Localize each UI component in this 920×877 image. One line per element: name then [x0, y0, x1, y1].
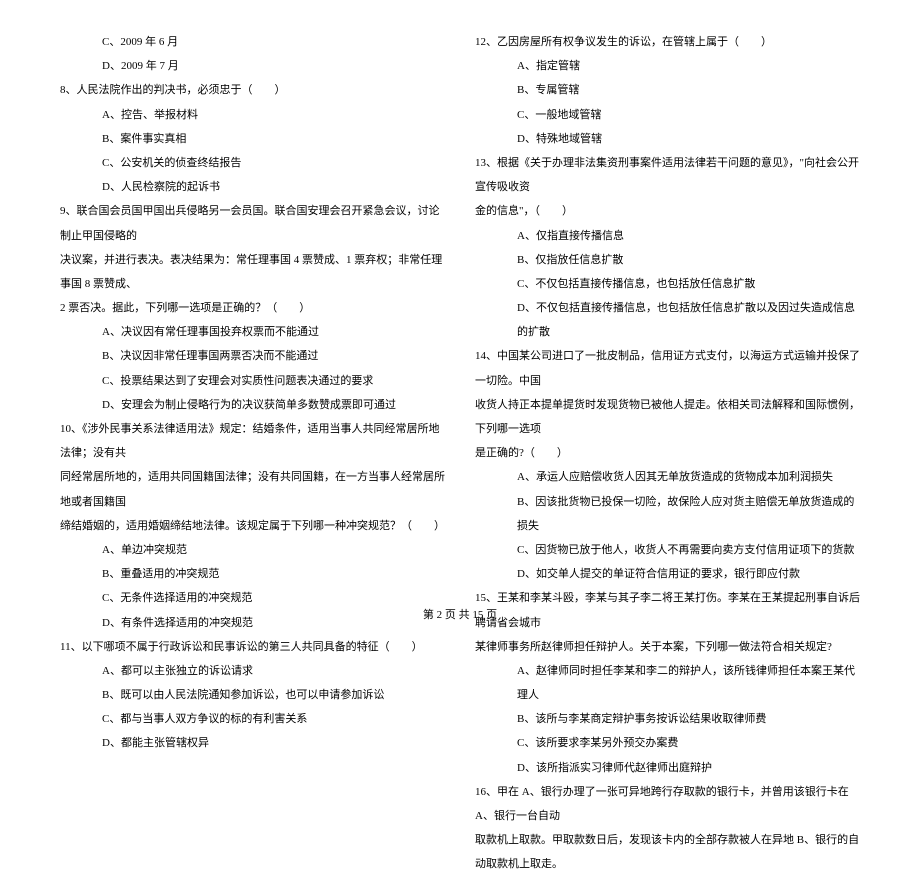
q10-option-c: C、无条件选择适用的冲突规范 [60, 586, 445, 610]
q9-option-d: D、安理会为制止侵略行为的决议获简单多数赞成票即可通过 [60, 393, 445, 417]
q8-option-d: D、人民检察院的起诉书 [60, 175, 445, 199]
q11-stem: 11、以下哪项不属于行政诉讼和民事诉讼的第三人共同具备的特征（ ） [60, 635, 445, 659]
q16-stem-line1: 16、甲在 A、银行办理了一张可异地跨行存取款的银行卡，并曾用该银行卡在 A、银… [475, 780, 860, 828]
right-column: 12、乙因房屋所有权争议发生的诉讼，在管辖上属于（ ） A、指定管辖 B、专属管… [460, 30, 870, 585]
q8-option-a: A、控告、举报材料 [60, 103, 445, 127]
q10-stem-line1: 10、《涉外民事关系法律适用法》规定：结婚条件，适用当事人共同经常居所地法律；没… [60, 417, 445, 465]
q12-stem: 12、乙因房屋所有权争议发生的诉讼，在管辖上属于（ ） [475, 30, 860, 54]
q11-option-d: D、都能主张管辖权异 [60, 731, 445, 755]
q15-option-a: A、赵律师同时担任李某和李二的辩护人，该所钱律师担任本案王某代理人 [475, 659, 860, 707]
q8-option-c: C、公安机关的侦查终结报告 [60, 151, 445, 175]
q10-option-b: B、重叠适用的冲突规范 [60, 562, 445, 586]
q15-option-d: D、该所指派实习律师代赵律师出庭辩护 [475, 756, 860, 780]
q12-option-b: B、专属管辖 [475, 78, 860, 102]
q9-option-b: B、决议因非常任理事国两票否决而不能通过 [60, 344, 445, 368]
q11-option-b: B、既可以由人民法院通知参加诉讼，也可以申请参加诉讼 [60, 683, 445, 707]
q14-option-b: B、因该批货物已投保一切险，故保险人应对货主赔偿无单放货造成的损失 [475, 490, 860, 538]
q7-option-c: C、2009 年 6 月 [60, 30, 445, 54]
q9-option-c: C、投票结果达到了安理会对实质性问题表决通过的要求 [60, 369, 445, 393]
q15-option-c: C、该所要求李某另外预交办案费 [475, 731, 860, 755]
q10-option-d: D、有条件选择适用的冲突规范 [60, 611, 445, 635]
left-column: C、2009 年 6 月 D、2009 年 7 月 8、人民法院作出的判决书，必… [50, 30, 460, 585]
q14-stem-line2: 收货人持正本提单提货时发现货物已被他人提走。依相关司法解释和国际惯例，下列哪一选… [475, 393, 860, 441]
q12-option-a: A、指定管辖 [475, 54, 860, 78]
q13-option-a: A、仅指直接传播信息 [475, 224, 860, 248]
q14-stem-line3: 是正确的?（ ） [475, 441, 860, 465]
q9-stem-line2: 决议案，并进行表决。表决结果为：常任理事国 4 票赞成、1 票弃权；非常任理事国… [60, 248, 445, 296]
q9-stem-line1: 9、联合国会员国甲国出兵侵略另一会员国。联合国安理会召开紧急会议，讨论制止甲国侵… [60, 199, 445, 247]
q7-option-d: D、2009 年 7 月 [60, 54, 445, 78]
q10-option-a: A、单边冲突规范 [60, 538, 445, 562]
q11-option-c: C、都与当事人双方争议的标的有利害关系 [60, 707, 445, 731]
q15-stem-line2: 某律师事务所赵律师担任辩护人。关于本案，下列哪一做法符合相关规定? [475, 635, 860, 659]
q9-option-a: A、决议因有常任理事国投弃权票而不能通过 [60, 320, 445, 344]
q8-stem: 8、人民法院作出的判决书，必须忠于（ ） [60, 78, 445, 102]
q13-option-b: B、仅指放任信息扩散 [475, 248, 860, 272]
q13-stem-line1: 13、根据《关于办理非法集资刑事案件适用法律若干问题的意见》，"向社会公开宣传吸… [475, 151, 860, 199]
q14-option-d: D、如交单人提交的单证符合信用证的要求，银行即应付款 [475, 562, 860, 586]
page-content: C、2009 年 6 月 D、2009 年 7 月 8、人民法院作出的判决书，必… [0, 0, 920, 595]
q12-option-c: C、一般地域管辖 [475, 103, 860, 127]
q15-stem-line1: 15、王某和李某斗殴，李某与其子李二将王某打伤。李某在王某提起刑事自诉后聘请省会… [475, 586, 860, 634]
q13-stem-line2: 金的信息"，（ ） [475, 199, 860, 223]
q11-option-a: A、都可以主张独立的诉讼请求 [60, 659, 445, 683]
q15-option-b: B、该所与李某商定辩护事务按诉讼结果收取律师费 [475, 707, 860, 731]
q10-stem-line3: 缔结婚姻的，适用婚姻缔结地法律。该规定属于下列哪一种冲突规范？（ ） [60, 514, 445, 538]
q16-stem-line2: 取款机上取款。甲取款数日后，发现该卡内的全部存款被人在异地 B、银行的自动取款机… [475, 828, 860, 876]
q13-option-d: D、不仅包括直接传播信息，也包括放任信息扩散以及因过失造成信息的扩散 [475, 296, 860, 344]
q14-stem-line1: 14、中国某公司进口了一批皮制品，信用证方式支付，以海运方式运输并投保了一切险。… [475, 344, 860, 392]
q13-option-c: C、不仅包括直接传播信息，也包括放任信息扩散 [475, 272, 860, 296]
q14-option-a: A、承运人应赔偿收货人因其无单放货造成的货物成本加利润损失 [475, 465, 860, 489]
q10-stem-line2: 同经常居所地的，适用共同国籍国法律；没有共同国籍，在一方当事人经常居所地或者国籍… [60, 465, 445, 513]
q12-option-d: D、特殊地域管辖 [475, 127, 860, 151]
q14-option-c: C、因货物已放于他人，收货人不再需要向卖方支付信用证项下的货款 [475, 538, 860, 562]
q9-stem-line3: 2 票否决。据此，下列哪一选项是正确的？（ ） [60, 296, 445, 320]
q8-option-b: B、案件事实真相 [60, 127, 445, 151]
